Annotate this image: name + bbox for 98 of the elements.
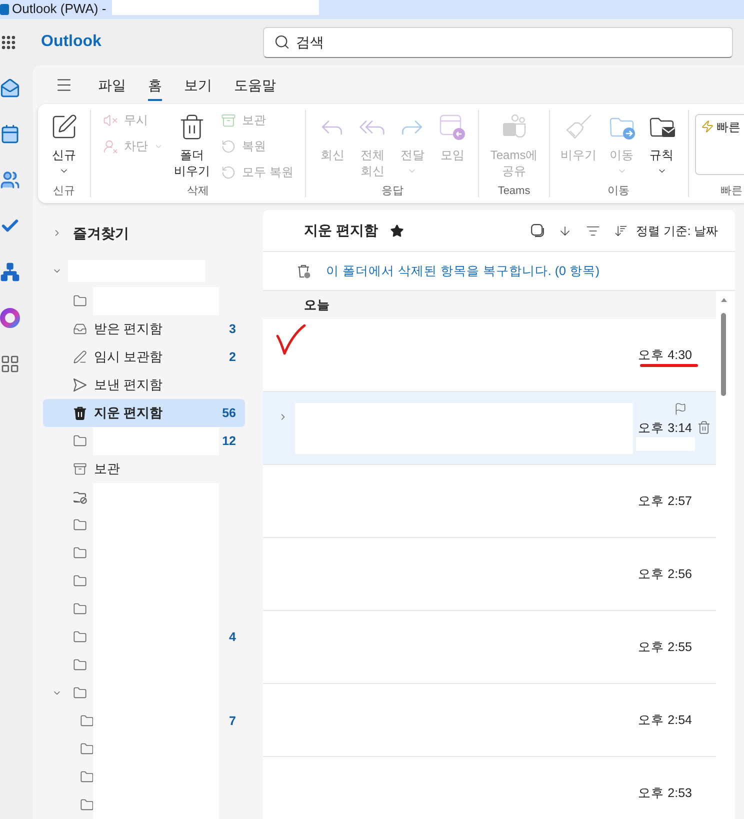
received-time: 오후 2:56 [638,568,692,580]
folder-icon [80,770,94,784]
folder-icon [80,798,94,812]
ribbon-button[interactable]: 신규 [44,104,84,176]
app-name[interactable]: Outlook [41,33,102,50]
undo-icon [221,138,236,154]
trash-icon[interactable] [697,420,711,435]
folder-icon [73,294,87,308]
handwritten-underline [640,364,698,367]
menu-tab[interactable]: 도움말 [223,65,287,104]
compose-icon [50,113,78,141]
app-launcher-icon[interactable] [0,34,17,50]
send-icon [73,378,87,392]
rounded-square-icon[interactable] [530,224,544,237]
folder-item[interactable]: 7 [43,707,245,735]
scrollbar-thumb[interactable] [721,313,726,396]
quick-steps-box[interactable]: 빠른 [694,114,744,175]
muted-speaker-icon [103,112,118,128]
folder-name: 보낸 편지함 [94,376,163,394]
ribbon-group-label: 이동 [606,184,631,199]
search-bar[interactable]: 검색 [263,26,733,58]
trash-icon [178,113,206,141]
mail-icon[interactable] [0,78,20,98]
received-time: 오후 2:57 [638,494,692,508]
flag-icon[interactable] [674,402,687,416]
ring-logo-icon[interactable] [0,308,20,328]
folder-item[interactable]: 지운 편지함 56 [43,399,245,427]
folder-icon [73,602,87,616]
menu-tab[interactable]: 홈 [137,65,173,104]
ribbon-group-label: Teams [496,184,532,199]
undo-icon [221,164,236,180]
people-icon[interactable] [0,170,20,190]
archive-icon [73,462,87,476]
received-time: 오후 3:14 [638,422,692,434]
inbox-tray-icon [73,322,87,336]
menu-tab[interactable]: 보기 [173,65,223,104]
received-time: 오후 2:55 [638,640,692,654]
unread-count: 2 [229,348,236,366]
sort-icon[interactable] [614,224,628,238]
folder-name: 보관 [94,460,120,478]
ribbon-group-label: 신규 [52,184,76,199]
lightning-icon [700,120,714,133]
window-title: Outlook (PWA) - [12,0,106,17]
folder-item[interactable]: 보낸 편지함 [43,371,245,399]
trash-icon [73,406,87,420]
sort-button[interactable]: 정렬 기준: 날짜 [636,222,718,240]
received-time: 오후 4:30 [638,348,692,362]
folder-icon [73,434,87,448]
folder-icon [73,546,87,560]
unread-count: 3 [229,320,236,338]
folder-item[interactable]: 임시 보관함 2 [43,343,245,371]
received-time: 오후 2:53 [638,786,692,800]
calendar-reply-icon [438,113,466,141]
trash-restore-icon [297,264,311,278]
folder-icon [73,518,87,532]
ribbon-group-label: 삭제 [186,184,210,199]
unread-count: 56 [222,404,236,422]
ribbon-button[interactable]: 폴더 비우기 [169,104,215,179]
received-time: 오후 2:54 [638,714,692,726]
favorites-heading[interactable]: 즐겨찾기 [73,222,129,244]
menu-tab[interactable]: 파일 [87,65,137,104]
folder-icon [80,742,94,756]
folder-title: 지운 편지함 [304,221,378,240]
unread-count: 4 [229,628,236,646]
message-row[interactable]: 오후 3:14 [263,392,716,465]
apps-grid-icon[interactable] [0,354,20,374]
folder-item[interactable]: 4 [43,623,245,651]
pencil-icon [73,350,87,364]
star-icon[interactable] [390,224,404,238]
folder-icon [73,574,87,588]
folder-name: 지운 편지함 [94,404,163,422]
unread-count: 7 [229,712,236,730]
search-icon [274,34,290,50]
person-block-icon [103,138,118,154]
broom-icon [564,113,593,141]
unread-count: 12 [222,432,236,450]
folder-item[interactable]: 보관 [43,455,245,483]
restore-deleted-items-link[interactable]: 이 폴더에서 삭제된 항목을 복구합니다. (0 항목) [326,262,600,280]
folder-item[interactable]: 받은 편지함 3 [43,315,245,343]
folder-icon [73,630,87,644]
folder-icon [73,686,87,700]
date-group-header: 오늘 [263,291,716,319]
folder-item[interactable]: 12 [43,427,245,455]
ribbon-group-label: 응답 [380,184,404,199]
ribbon-button[interactable]: 규칙 [642,104,682,176]
folder-block-icon [73,490,87,504]
org-chart-icon[interactable] [0,262,20,282]
folder-icon [80,714,94,728]
filter-icon[interactable] [586,224,600,238]
scroll-up-arrow-icon[interactable] [721,298,727,302]
folder-name: 받은 편지함 [94,320,163,338]
folder-icon [73,658,87,672]
app-logo-icon [0,4,9,15]
ribbon-group-label: 빠른 [720,184,744,199]
folder-name: 임시 보관함 [94,348,163,366]
search-field[interactable]: 검색 [296,32,732,52]
archive-icon [221,112,236,128]
calendar-icon[interactable] [0,124,20,144]
